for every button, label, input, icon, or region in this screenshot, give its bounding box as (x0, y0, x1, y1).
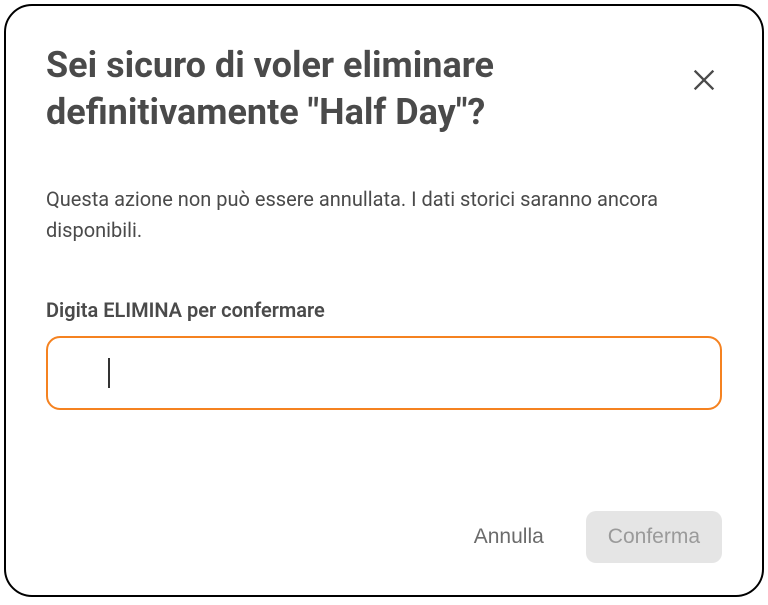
confirm-button[interactable]: Conferma (586, 511, 722, 563)
confirm-input-label: Digita ELIMINA per confermare (46, 298, 722, 322)
close-button[interactable] (682, 58, 726, 105)
confirm-input-section: Digita ELIMINA per confermare (46, 298, 722, 410)
modal-body: Questa azione non può essere annullata. … (46, 184, 722, 511)
input-wrapper (46, 336, 722, 410)
modal-title: Sei sicuro di voler eliminare definitiva… (46, 42, 662, 136)
close-icon (690, 82, 718, 97)
confirm-input[interactable] (46, 336, 722, 410)
modal-footer: Annulla Conferma (46, 511, 722, 563)
modal-description: Questa azione non può essere annullata. … (46, 184, 722, 246)
modal-header: Sei sicuro di voler eliminare definitiva… (46, 42, 722, 136)
confirm-delete-modal: Sei sicuro di voler eliminare definitiva… (4, 4, 764, 597)
cancel-button[interactable]: Annulla (452, 511, 566, 563)
text-cursor (108, 358, 110, 388)
